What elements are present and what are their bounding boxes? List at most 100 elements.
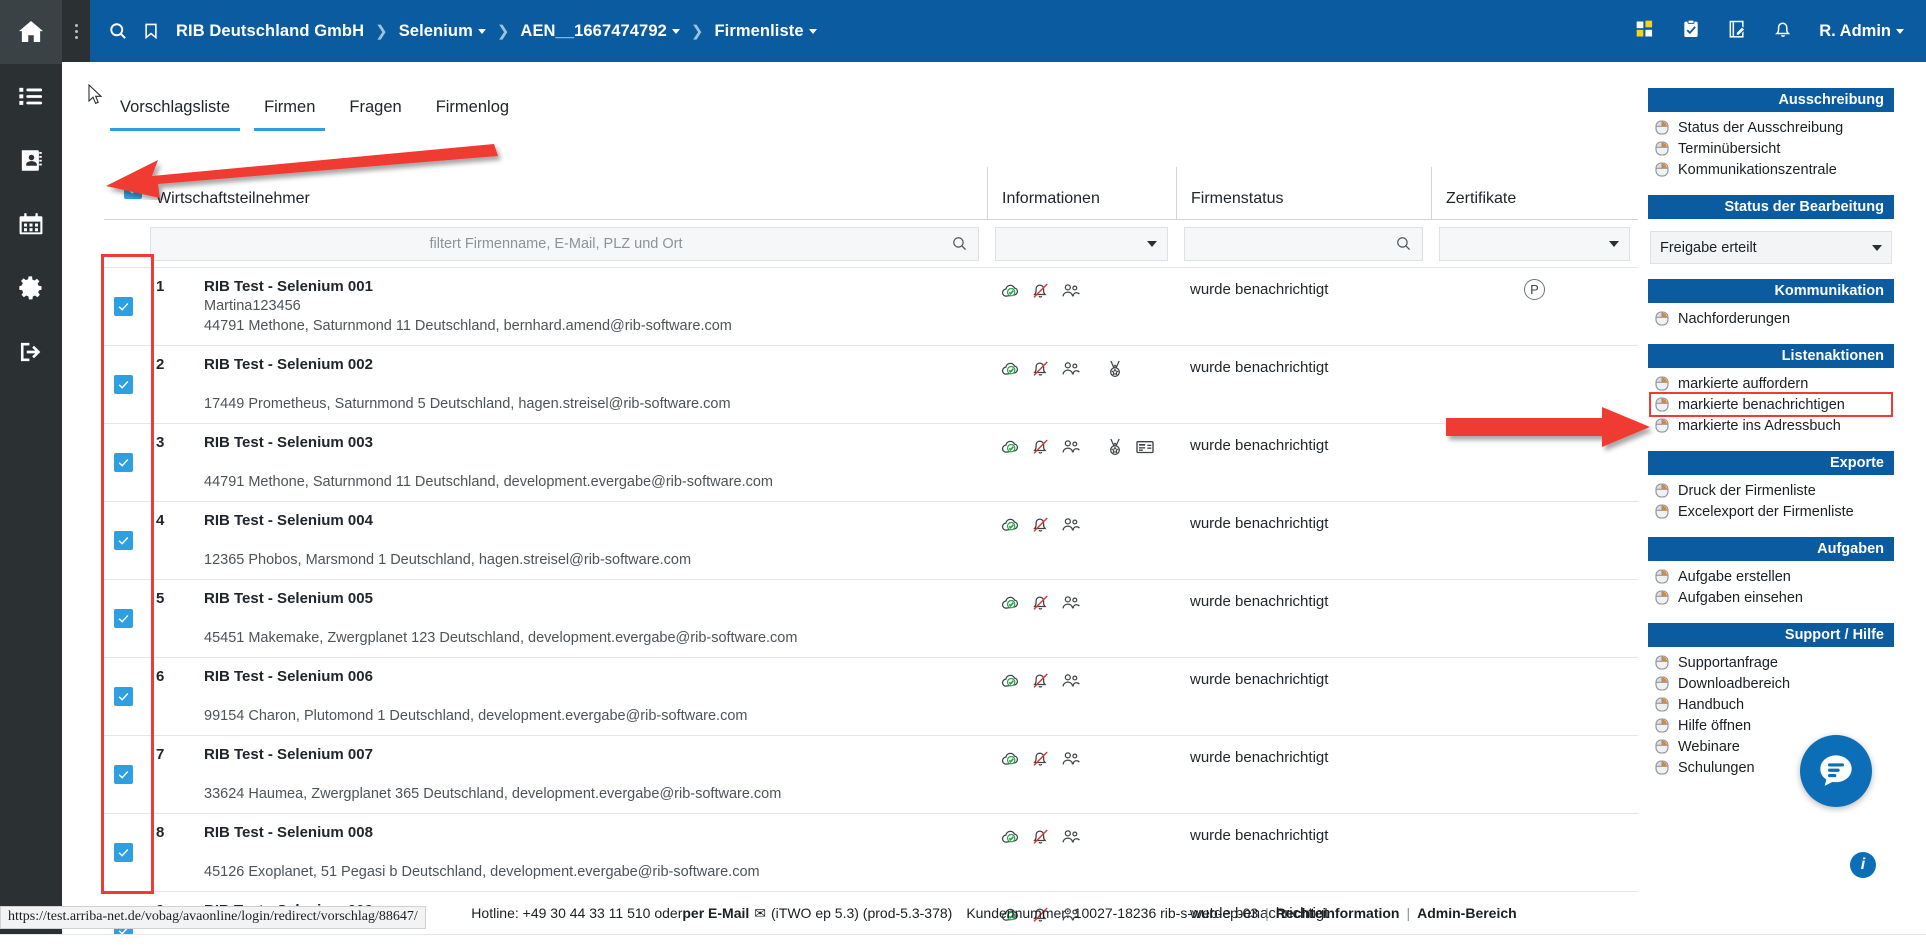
bell-off-icon[interactable] (1031, 593, 1051, 613)
cloud-check-icon[interactable] (1001, 437, 1021, 457)
rail-gear-icon[interactable] (0, 256, 62, 320)
cloud-check-icon[interactable] (1001, 827, 1021, 847)
rail-list-icon[interactable] (0, 64, 62, 128)
rail-logout-icon[interactable] (0, 320, 62, 384)
table-row[interactable]: 4 RIB Test - Selenium 004 12365 Phobos, M… (104, 502, 1638, 580)
panel-item-nachforderungen[interactable]: Nachforderungen (1648, 308, 1894, 329)
filter-info-select[interactable] (995, 226, 1168, 261)
table-row[interactable]: 7 RIB Test - Selenium 007 33624 Haumea, Z… (104, 736, 1638, 814)
bell-off-icon[interactable] (1031, 671, 1051, 691)
people-icon[interactable] (1061, 671, 1081, 691)
panel-item-terminübersicht[interactable]: Terminübersicht (1648, 138, 1894, 159)
row-checkbox[interactable] (113, 297, 133, 316)
bell-off-icon[interactable] (1031, 281, 1051, 301)
rail-home-icon[interactable] (0, 0, 62, 64)
column-header-zertifikate[interactable]: Zertifikate (1431, 167, 1638, 219)
bell-off-icon[interactable] (1031, 359, 1051, 379)
people-icon[interactable] (1061, 281, 1081, 301)
people-icon[interactable] (1061, 749, 1081, 769)
tab-firmen[interactable]: Firmen (254, 92, 326, 131)
people-icon[interactable] (1061, 827, 1081, 847)
medal-icon[interactable] (1105, 359, 1125, 379)
status-der-bearbeitung-select[interactable]: Freigabe erteilt (1650, 231, 1892, 264)
table-row[interactable]: 6 RIB Test - Selenium 006 99154 Charon, P… (104, 658, 1638, 736)
panel-item-aufgaben-einsehen[interactable]: Aufgaben einsehen (1648, 587, 1894, 608)
panel-item-kommunikationszentrale[interactable]: Kommunikationszentrale (1648, 159, 1894, 180)
cloud-check-icon[interactable] (1001, 359, 1021, 379)
people-icon[interactable] (1061, 593, 1081, 613)
cloud-check-icon[interactable] (1001, 515, 1021, 535)
cloud-check-icon[interactable] (1001, 281, 1021, 301)
row-company-name[interactable]: RIB Test - Selenium 005 (204, 589, 987, 608)
row-checkbox[interactable] (113, 765, 133, 784)
footer-legal-link[interactable]: Rechteinformation (1276, 905, 1400, 921)
overflow-menu-button[interactable] (62, 0, 90, 62)
panel-item-excelexport-der-firmenliste[interactable]: Excelexport der Firmenliste (1648, 501, 1894, 522)
breadcrumb-item-3[interactable]: Firmenliste (714, 22, 817, 41)
bell-off-icon[interactable] (1031, 515, 1051, 535)
panel-item-markierte-ins-adressbuch[interactable]: markierte ins Adressbuch (1648, 415, 1894, 436)
panel-item-markierte-auffordern[interactable]: markierte auffordern (1648, 373, 1894, 394)
rail-calendar-icon[interactable] (0, 192, 62, 256)
people-icon[interactable] (1061, 515, 1081, 535)
cloud-check-icon[interactable] (1001, 671, 1021, 691)
clipboard-check-icon[interactable] (1681, 18, 1701, 45)
bell-off-icon[interactable] (1031, 437, 1051, 457)
row-checkbox[interactable] (113, 609, 133, 628)
column-header-firmenstatus[interactable]: Firmenstatus (1176, 167, 1431, 219)
table-row[interactable]: 3 RIB Test - Selenium 003 44791 Methone, … (104, 424, 1638, 502)
table-row[interactable]: 1 RIB Test - Selenium 001 Martina123456 447… (104, 268, 1638, 346)
cloud-check-icon[interactable] (1001, 749, 1021, 769)
footer-email-link[interactable]: per E-Mail (682, 905, 749, 921)
row-checkbox[interactable] (113, 531, 133, 550)
footer-admin-link[interactable]: Admin-Bereich (1417, 905, 1517, 921)
column-header-informationen[interactable]: Informationen (987, 167, 1176, 219)
panel-item-markierte-benachrichtigen[interactable]: markierte benachrichtigen (1649, 392, 1893, 417)
medal-icon[interactable] (1105, 437, 1125, 457)
bell-icon[interactable] (1773, 18, 1793, 45)
notes-edit-icon[interactable] (1727, 18, 1747, 45)
breadcrumb-item-2[interactable]: AEN__1667474792 (520, 22, 680, 41)
filter-cert-select[interactable] (1439, 226, 1630, 261)
info-button[interactable]: i (1850, 852, 1876, 878)
bell-off-icon[interactable] (1031, 827, 1051, 847)
rail-address-book-icon[interactable] (0, 128, 62, 192)
filter-status-input[interactable] (1184, 226, 1423, 261)
row-company-name[interactable]: RIB Test - Selenium 006 (204, 667, 987, 686)
panel-item-hilfe-öffnen[interactable]: Hilfe öffnen (1648, 715, 1894, 736)
apps-grid-icon[interactable] (1635, 19, 1655, 44)
search-icon[interactable] (108, 21, 128, 41)
row-checkbox[interactable] (113, 453, 133, 472)
bookmark-icon[interactable] (142, 21, 160, 41)
breadcrumb-item-1[interactable]: Selenium (399, 22, 486, 41)
people-icon[interactable] (1061, 437, 1081, 457)
row-checkbox[interactable] (113, 687, 133, 706)
table-row[interactable]: 8 RIB Test - Selenium 008 45126 Exoplanet… (104, 814, 1638, 892)
people-icon[interactable] (1061, 359, 1081, 379)
row-company-name[interactable]: RIB Test - Selenium 001 (204, 277, 987, 296)
panel-item-druck-der-firmenliste[interactable]: Druck der Firmenliste (1648, 480, 1894, 501)
tab-firmenlog[interactable]: Firmenlog (426, 92, 519, 131)
table-row[interactable]: 5 RIB Test - Selenium 005 45451 Makemake,… (104, 580, 1638, 658)
panel-item-downloadbereich[interactable]: Downloadbereich (1648, 673, 1894, 694)
filter-name-input[interactable]: filtert Firmenname, E-Mail, PLZ und Ort (150, 226, 979, 261)
panel-item-supportanfrage[interactable]: Supportanfrage (1648, 652, 1894, 673)
row-company-name[interactable]: RIB Test - Selenium 004 (204, 511, 987, 530)
row-checkbox[interactable] (113, 843, 133, 862)
cloud-check-icon[interactable] (1001, 593, 1021, 613)
tab-fragen[interactable]: Fragen (339, 92, 411, 131)
row-company-name[interactable]: RIB Test - Selenium 003 (204, 433, 987, 452)
tab-vorschlagsliste[interactable]: Vorschlagsliste (110, 92, 241, 131)
column-header-wirtschaftsteilnehmer[interactable]: Wirtschaftsteilnehmer (142, 167, 987, 219)
bell-off-icon[interactable] (1031, 749, 1051, 769)
row-company-name[interactable]: RIB Test - Selenium 002 (204, 355, 987, 374)
row-checkbox[interactable] (113, 375, 133, 394)
certificate-badge[interactable]: P (1524, 279, 1545, 300)
row-company-name[interactable]: RIB Test - Selenium 008 (204, 823, 987, 842)
panel-item-handbuch[interactable]: Handbuch (1648, 694, 1894, 715)
panel-item-status-der-ausschreibung[interactable]: Status der Ausschreibung (1648, 117, 1894, 138)
breadcrumb-item-0[interactable]: RIB Deutschland GmbH (176, 22, 364, 41)
select-all-checkbox[interactable] (124, 180, 142, 199)
user-menu[interactable]: R. Admin (1819, 22, 1904, 41)
row-company-name[interactable]: RIB Test - Selenium 007 (204, 745, 987, 764)
